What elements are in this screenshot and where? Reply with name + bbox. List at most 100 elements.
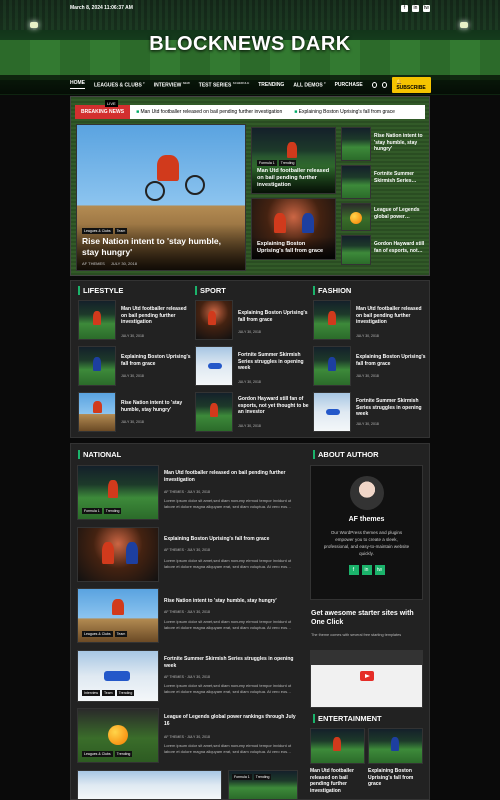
twitter-icon[interactable]: tw <box>374 565 385 575</box>
article-thumb[interactable] <box>78 346 116 386</box>
hero-mid-card[interactable]: Formula 1 Trending Man Utd footballer re… <box>251 127 336 194</box>
hero-side-thumb[interactable] <box>341 203 371 231</box>
article-title[interactable]: Fortnite Summer Skirmish Series struggle… <box>238 352 310 372</box>
boxer-figure <box>208 311 216 325</box>
national-title[interactable]: Man Utd footballer released on bail pend… <box>164 470 302 483</box>
article-title[interactable]: Rise Nation intent to 'stay humble, stay… <box>121 400 191 413</box>
national-thumb[interactable]: Leagues & Clubs Team <box>77 588 159 643</box>
national-bottom-card[interactable] <box>77 770 222 800</box>
article-thumb[interactable] <box>78 392 116 432</box>
nav-trending[interactable]: TRENDING <box>258 82 284 88</box>
category-tag[interactable]: Formula 1 <box>257 160 277 166</box>
hero-side-title[interactable]: Gordon Hayward still fan of esports, not… <box>374 241 429 254</box>
linkedin-icon[interactable]: in <box>361 565 372 575</box>
category-tag[interactable]: Leagues & Clubs <box>82 631 113 637</box>
national-title[interactable]: League of Legends global power rankings … <box>164 714 302 727</box>
national-excerpt: Lorem ipsum dolor sit amet,sed diam nonu… <box>164 558 292 569</box>
category-tag[interactable]: Trending <box>114 751 133 757</box>
category-tag[interactable]: Trending <box>253 774 272 780</box>
starter-subtitle: The theme comes with several free starti… <box>311 633 402 637</box>
play-icon[interactable] <box>359 671 374 682</box>
hero-main-card[interactable]: Leagues & Clubs Team Rise Nation intent … <box>76 124 246 271</box>
category-tag[interactable]: Trending <box>116 690 135 696</box>
hero-side-thumb[interactable] <box>341 127 371 161</box>
hero-side-title[interactable]: Rise Nation intent to 'stay humble, stay… <box>374 133 429 153</box>
section-title-fashion[interactable]: FASHION <box>313 286 351 295</box>
national-thumb[interactable] <box>77 527 159 582</box>
category-tag[interactable]: Team <box>114 631 128 637</box>
entertainment-thumb[interactable] <box>368 728 423 764</box>
hero-mid-title[interactable]: Man Utd footballer released on bail pend… <box>257 168 330 189</box>
article-date: JULY 30, 2018 <box>356 334 379 338</box>
hero-main-title[interactable]: Rise Nation intent to 'stay humble, stay… <box>82 236 240 258</box>
article-title[interactable]: Fortnite Summer Skirmish Series struggle… <box>356 398 426 418</box>
hero-side-title[interactable]: Fortnite Summer Skirmish Series… <box>374 171 429 184</box>
search-icon[interactable] <box>381 81 388 88</box>
category-tag[interactable]: Team <box>102 690 115 696</box>
nav-purchase[interactable]: PURCHASE <box>335 82 363 88</box>
article-title[interactable]: Explaining Boston Uprising's fall from g… <box>121 354 191 367</box>
category-tag[interactable]: Team <box>114 228 128 234</box>
category-tag[interactable]: Formula 1 <box>232 774 252 780</box>
article-thumb[interactable] <box>195 346 233 386</box>
article-title[interactable]: Explaining Boston Uprising's fall from g… <box>238 310 310 323</box>
national-title[interactable]: Rise Nation intent to 'stay humble, stay… <box>164 598 302 605</box>
facebook-icon[interactable]: f <box>401 4 408 12</box>
site-title[interactable]: BLOCKNEWS DARK <box>0 33 500 56</box>
article-title[interactable]: Man Utd footballer released on bail pend… <box>356 306 426 326</box>
section-title-national[interactable]: NATIONAL <box>78 450 121 459</box>
national-thumb[interactable]: Interview Team Trending <box>77 650 159 702</box>
article-thumb[interactable] <box>313 346 351 386</box>
category-tag[interactable]: Formula 1 <box>82 508 102 514</box>
theme-toggle-icon[interactable] <box>371 81 377 88</box>
hero-mid-title[interactable]: Explaining Boston Uprising's fall from g… <box>257 241 330 255</box>
article-title[interactable]: Man Utd footballer released on bail pend… <box>121 306 191 326</box>
twitter-icon[interactable]: tw <box>423 4 430 12</box>
live-badge: LIVE <box>105 100 118 107</box>
ticker-item[interactable]: Explaining Boston Uprising's fall from g… <box>294 109 395 115</box>
author-meta[interactable]: AF THEMES <box>82 261 105 266</box>
national-bottom-card[interactable]: Formula 1 Trending <box>228 770 298 800</box>
facebook-icon[interactable]: f <box>348 565 359 575</box>
boxer-figure <box>274 213 286 233</box>
category-tag[interactable]: Leagues & Clubs <box>82 228 113 234</box>
linkedin-icon[interactable]: in <box>412 4 419 12</box>
nav-home[interactable]: HOME <box>70 80 85 89</box>
article-title[interactable]: Explaining Boston Uprising's fall from g… <box>356 354 426 367</box>
nav-all-demos[interactable]: ALL DEMOS ▾ <box>293 81 325 89</box>
author-avatar <box>349 476 384 510</box>
nav-leagues-clubs[interactable]: LEAGUES & CLUBS ▾ <box>94 81 145 89</box>
entertainment-title[interactable]: Man Utd footballer released on bail pend… <box>310 768 365 794</box>
section-title-sport[interactable]: SPORT <box>195 286 226 295</box>
entertainment-title[interactable]: Explaining Boston Uprising's fall from g… <box>368 768 423 788</box>
category-tag[interactable]: Trending <box>278 160 297 166</box>
category-tag[interactable]: Leagues & Clubs <box>82 751 113 757</box>
category-tag[interactable]: Interview <box>82 690 101 696</box>
national-title[interactable]: Explaining Boston Uprising's fall from g… <box>164 536 302 543</box>
ticker-item[interactable]: Man Utd footballer released on bail pend… <box>136 109 282 115</box>
hero-mid-card[interactable]: Explaining Boston Uprising's fall from g… <box>251 198 336 260</box>
section-title-entertainment[interactable]: ENTERTAINMENT <box>313 714 382 723</box>
hero-side-title[interactable]: League of Legends global power… <box>374 207 429 220</box>
article-thumb[interactable] <box>313 300 351 340</box>
article-title[interactable]: Gordon Hayward still fan of esports, not… <box>238 396 310 416</box>
national-thumb[interactable]: Leagues & Clubs Trending <box>77 708 159 763</box>
national-thumb[interactable]: Formula 1 Trending <box>77 465 159 520</box>
subscribe-button[interactable]: 🔔 SUBSCRIBE <box>392 76 432 93</box>
article-thumb[interactable] <box>78 300 116 340</box>
starter-video[interactable] <box>310 650 423 708</box>
nav-test-series[interactable]: TEST SERIES SCHEDULE <box>199 81 249 89</box>
nav-interview[interactable]: INTERVIEW NEW <box>154 81 190 89</box>
national-title[interactable]: Fortnite Summer Skirmish Series struggle… <box>164 656 302 669</box>
hero-side-thumb[interactable] <box>341 165 371 199</box>
entertainment-thumb[interactable] <box>310 728 365 764</box>
category-tag[interactable]: Trending <box>103 508 122 514</box>
article-date: JULY 30, 2018 <box>238 424 261 428</box>
article-thumb[interactable] <box>195 392 233 432</box>
article-date: JULY 30, 2018 <box>356 374 379 378</box>
article-thumb[interactable] <box>313 392 351 432</box>
article-thumb[interactable] <box>195 300 233 340</box>
rider-figure <box>112 599 124 615</box>
hero-side-thumb[interactable] <box>341 235 371 265</box>
section-title-lifestyle[interactable]: LIFESTYLE <box>78 286 123 295</box>
